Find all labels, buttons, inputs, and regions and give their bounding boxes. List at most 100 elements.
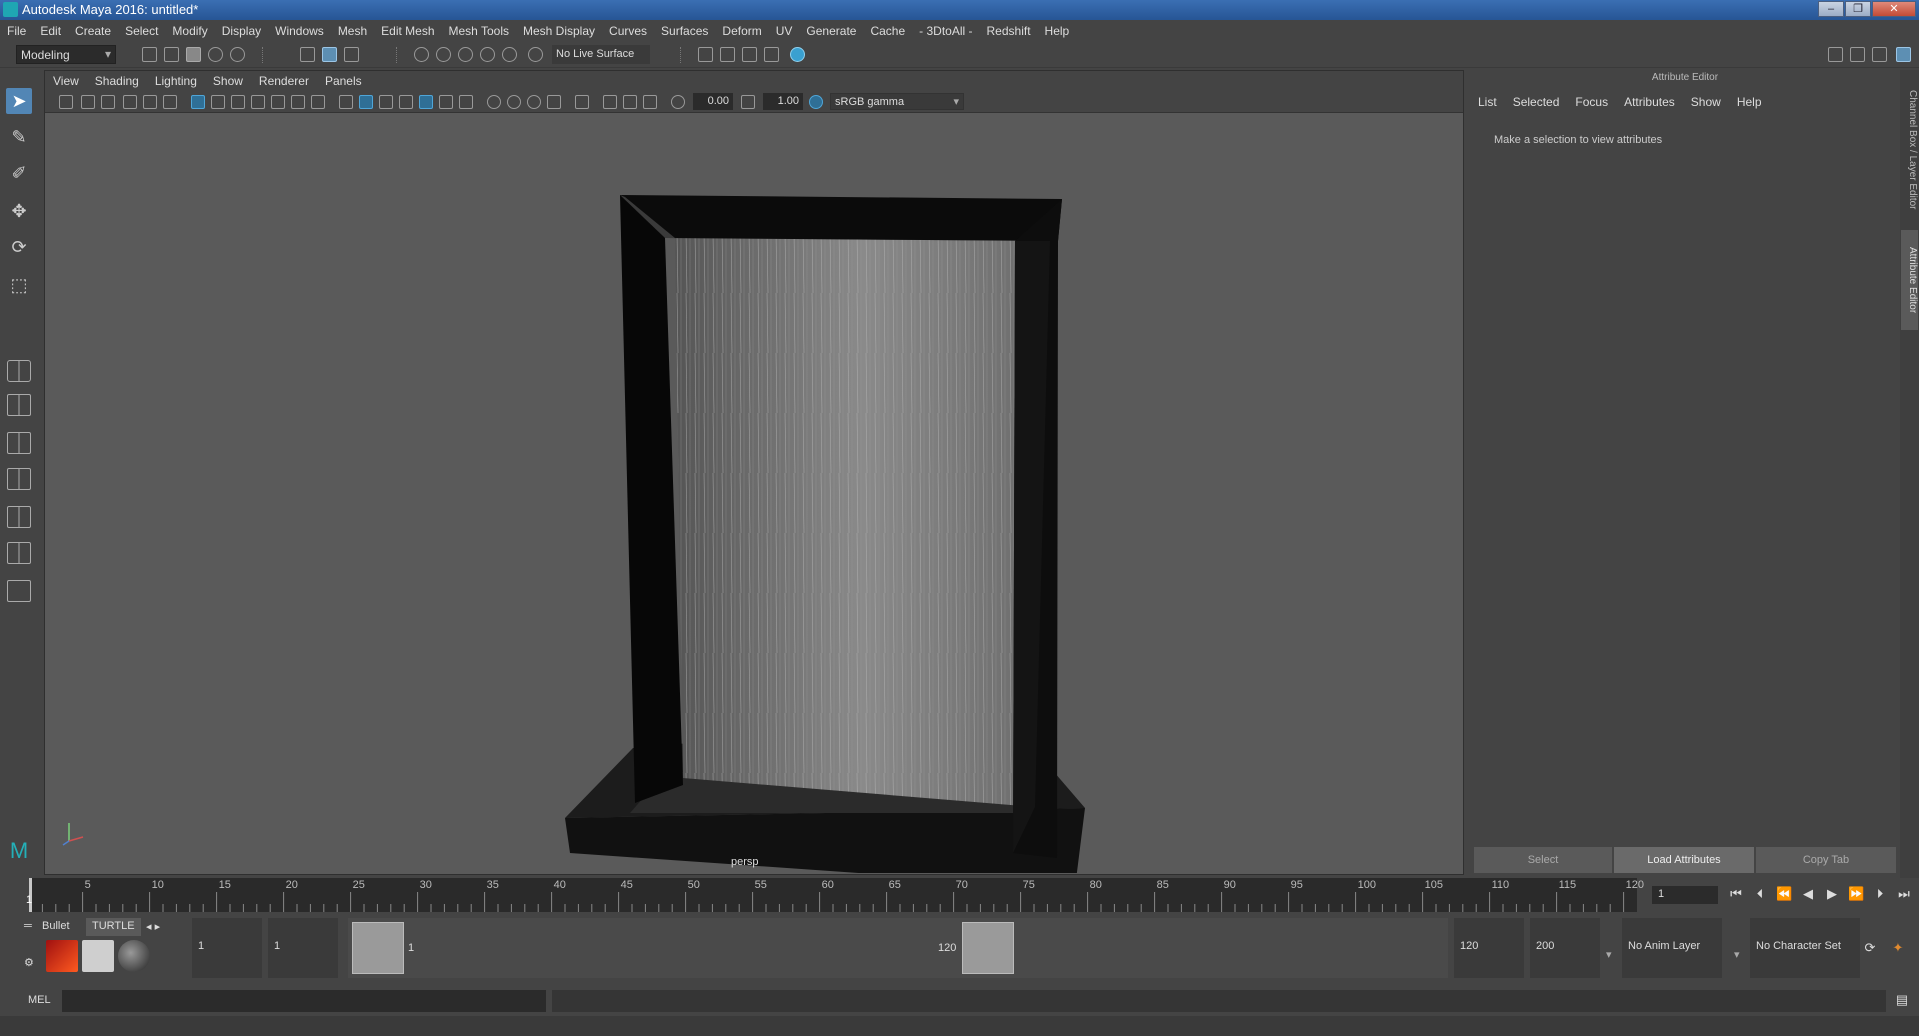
menu-deform[interactable]: Deform: [715, 20, 768, 38]
step-back-frame-icon[interactable]: ⏴: [1752, 886, 1768, 902]
script-language-label[interactable]: MEL: [28, 994, 51, 1006]
render-setup-icon[interactable]: [82, 940, 114, 972]
four-view-layout-icon[interactable]: [7, 394, 31, 416]
snap-view-plane-icon[interactable]: [480, 47, 495, 62]
two-d-pan-zoom-icon[interactable]: [143, 95, 157, 109]
grease-pencil-icon[interactable]: [163, 95, 177, 109]
menu-curves[interactable]: Curves: [602, 20, 654, 38]
menu-mesh-tools[interactable]: Mesh Tools: [442, 20, 516, 38]
gamma-icon[interactable]: [741, 95, 755, 109]
multisample-aa-icon[interactable]: [527, 95, 541, 109]
close-button[interactable]: ✕: [1872, 1, 1916, 17]
film-gate-icon[interactable]: [211, 95, 225, 109]
viewport-menu-lighting[interactable]: Lighting: [147, 71, 205, 91]
go-to-end-icon[interactable]: ⏭: [1896, 886, 1912, 902]
menu-3dtoall[interactable]: - 3DtoAll -: [912, 20, 979, 38]
scale-tool-icon[interactable]: ⬚: [6, 272, 32, 298]
command-input[interactable]: [62, 990, 546, 1012]
go-to-start-icon[interactable]: ⏮: [1728, 886, 1744, 902]
select-camera-icon[interactable]: [59, 95, 73, 109]
menu-mesh[interactable]: Mesh: [331, 20, 374, 38]
grid-toggle-icon[interactable]: [191, 95, 205, 109]
shelf-scroll-icon[interactable]: ◂ ▸: [140, 918, 166, 936]
viewport-menu-renderer[interactable]: Renderer: [251, 71, 317, 91]
copy-tab-button[interactable]: Copy Tab: [1756, 847, 1896, 873]
save-scene-icon[interactable]: [186, 47, 201, 62]
redo-icon[interactable]: [230, 47, 245, 62]
render-frame-icon[interactable]: [720, 47, 735, 62]
viewport-menu-panels[interactable]: Panels: [317, 71, 370, 91]
range-end-handle[interactable]: [962, 922, 1014, 974]
camera-attributes-icon[interactable]: [81, 95, 95, 109]
attr-menu-attributes[interactable]: Attributes: [1616, 92, 1683, 112]
character-set-chevron-icon[interactable]: ▾: [1734, 948, 1740, 961]
viewport-menu-show[interactable]: Show: [205, 71, 251, 91]
persp-hypershade-layout-icon[interactable]: [7, 542, 31, 564]
menu-edit-mesh[interactable]: Edit Mesh: [374, 20, 441, 38]
shadows-icon[interactable]: [459, 95, 473, 109]
script-editor-icon[interactable]: ▤: [1894, 992, 1910, 1008]
resolution-gate-icon[interactable]: [231, 95, 245, 109]
viewport-menu-view[interactable]: View: [45, 71, 87, 91]
screen-space-ao-icon[interactable]: [487, 95, 501, 109]
shelf-settings-icon[interactable]: ⚙: [18, 954, 40, 972]
current-frame-field[interactable]: 1: [1652, 886, 1718, 904]
minimize-button[interactable]: –: [1818, 1, 1844, 17]
tool-settings-icon[interactable]: [1872, 47, 1887, 62]
step-back-key-icon[interactable]: ⏪: [1776, 886, 1792, 902]
safe-title-icon[interactable]: [311, 95, 325, 109]
render-settings-icon[interactable]: [764, 47, 779, 62]
field-chart-icon[interactable]: [271, 95, 285, 109]
lasso-tool-icon[interactable]: ✎: [6, 124, 32, 150]
anim-layer-chevron-icon[interactable]: ▾: [1606, 948, 1612, 961]
menu-windows[interactable]: Windows: [268, 20, 331, 38]
character-set-dropdown[interactable]: No Character Set: [1750, 918, 1860, 978]
menu-modify[interactable]: Modify: [165, 20, 214, 38]
shelf-tab-bullet[interactable]: Bullet: [36, 918, 76, 936]
select-by-component-icon[interactable]: [344, 47, 359, 62]
safe-action-icon[interactable]: [291, 95, 305, 109]
color-management-icon[interactable]: [809, 95, 823, 109]
anim-layer-dropdown[interactable]: No Anim Layer: [1622, 918, 1722, 978]
material-sphere-icon[interactable]: [118, 940, 150, 972]
auto-key-icon[interactable]: ⟳: [1862, 940, 1878, 956]
play-forwards-icon[interactable]: ▶: [1824, 886, 1840, 902]
outliner-persp-graph-layout-icon[interactable]: [7, 506, 31, 528]
attr-menu-show[interactable]: Show: [1683, 92, 1729, 112]
play-backwards-icon[interactable]: ◀: [1800, 886, 1816, 902]
playback-end-field[interactable]: 120: [1454, 918, 1524, 978]
make-live-icon[interactable]: [528, 47, 543, 62]
motion-blur-icon[interactable]: [507, 95, 521, 109]
menu-edit[interactable]: Edit: [33, 20, 68, 38]
exposure-field[interactable]: 0.00: [693, 93, 733, 110]
viewport-menu-shading[interactable]: Shading: [87, 71, 147, 91]
channel-box-tab[interactable]: Channel Box / Layer Editor: [1901, 80, 1918, 220]
smooth-shade-icon[interactable]: [359, 95, 373, 109]
ipr-render-icon[interactable]: [742, 47, 757, 62]
bookmark-icon[interactable]: [101, 95, 115, 109]
exposure-icon[interactable]: [671, 95, 685, 109]
animation-preferences-icon[interactable]: ✦: [1890, 940, 1906, 956]
load-attributes-button[interactable]: Load Attributes: [1614, 847, 1754, 873]
menu-surfaces[interactable]: Surfaces: [654, 20, 715, 38]
live-surface-field[interactable]: No Live Surface: [552, 45, 650, 64]
animation-end-field[interactable]: 200: [1530, 918, 1600, 978]
menu-redshift[interactable]: Redshift: [980, 20, 1038, 38]
select-by-object-icon[interactable]: [322, 47, 337, 62]
snap-point-icon[interactable]: [458, 47, 473, 62]
menu-mesh-display[interactable]: Mesh Display: [516, 20, 602, 38]
textured-icon[interactable]: [419, 95, 433, 109]
step-forward-key-icon[interactable]: ⏩: [1848, 886, 1864, 902]
shelf-menu-icon[interactable]: ═: [18, 918, 38, 936]
view-transform-dropdown[interactable]: sRGB gamma: [830, 93, 964, 110]
xray-active-components-icon[interactable]: [623, 95, 637, 109]
menu-create[interactable]: Create: [68, 20, 118, 38]
maximize-button[interactable]: ❐: [1845, 1, 1871, 17]
select-tool-icon[interactable]: ➤: [6, 88, 32, 114]
snap-curve-icon[interactable]: [436, 47, 451, 62]
range-start-handle[interactable]: [352, 922, 404, 974]
persp-graph-layout-icon[interactable]: [7, 468, 31, 490]
new-scene-icon[interactable]: [142, 47, 157, 62]
time-slider-track[interactable]: 1 5 10 15 20 25 30 35 40 45 50 55 60 65 70 75 80 85 90 95 1…: [26, 878, 1644, 912]
shelf-tab-turtle[interactable]: TURTLE: [86, 918, 141, 936]
